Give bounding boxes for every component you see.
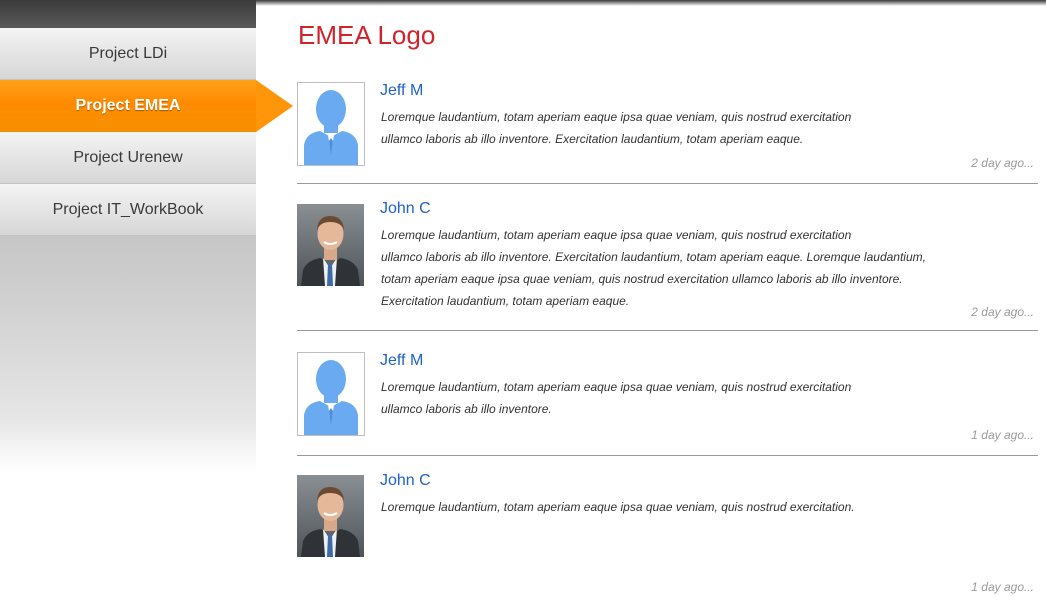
post-text-line: Loremque laudantium, totam aperiam eaque…	[381, 380, 852, 394]
post-text-line: Loremque laudantium, totam aperiam eaque…	[381, 110, 852, 124]
active-pointer-arrow	[256, 80, 293, 132]
post-text-line: Loremque laudantium, totam aperiam eaque…	[381, 228, 852, 242]
author-link[interactable]: John C	[380, 472, 431, 490]
divider	[297, 183, 1038, 184]
post-text-line: ullamco laboris ab illo inventore. Exerc…	[381, 250, 926, 264]
user-photo-avatar	[297, 204, 364, 286]
sidebar-item-label: Project IT_WorkBook	[52, 200, 204, 218]
sidebar-item-project-ldi[interactable]: Project LDi	[0, 28, 256, 80]
post-text-line: ullamco laboris ab illo inventore. Exerc…	[381, 132, 804, 146]
post-text-line: totam aperiam eaque ipsa quae veniam, qu…	[381, 272, 903, 286]
post-text-line: Loremque laudantium, totam aperiam eaque…	[381, 500, 855, 514]
timestamp: 1 day ago...	[971, 580, 1034, 594]
author-link[interactable]: John C	[380, 200, 431, 218]
timestamp: 2 day ago...	[971, 305, 1034, 319]
timestamp: 2 day ago...	[971, 156, 1034, 170]
sidebar-item-project-urenew[interactable]: Project Urenew	[0, 132, 256, 184]
post-text: Loremque laudantium, totam aperiam eaque…	[381, 224, 981, 312]
post-text-line: Exercitation laudantium, totam aperiam e…	[381, 294, 630, 308]
sidebar-item-label: Project Urenew	[73, 148, 183, 166]
user-photo-avatar	[297, 475, 364, 557]
post-text-line: ullamco laboris ab illo inventore.	[381, 402, 552, 416]
sidebar: Project LDi Project EMEA Project Urenew …	[0, 0, 256, 612]
divider	[297, 455, 1038, 456]
user-silhouette-icon	[297, 82, 365, 166]
sidebar-item-label: Project LDi	[88, 44, 168, 62]
post-item: Jeff M Loremque laudantium, totam aperia…	[297, 82, 1038, 184]
page-title: EMEA Logo	[298, 20, 436, 50]
post-text: Loremque laudantium, totam aperiam eaque…	[381, 496, 941, 518]
user-silhouette-icon	[297, 352, 365, 436]
post-item: John C Loremque laudantium, totam aperia…	[297, 200, 1038, 331]
timestamp: 1 day ago...	[971, 428, 1034, 442]
author-link[interactable]: Jeff M	[380, 82, 423, 100]
sidebar-item-project-it-workbook[interactable]: Project IT_WorkBook	[0, 184, 256, 236]
top-bar	[256, 0, 1046, 6]
author-link[interactable]: Jeff M	[380, 352, 423, 370]
sidebar-item-project-emea[interactable]: Project EMEA	[0, 80, 256, 132]
post-item: Jeff M Loremque laudantium, totam aperia…	[297, 352, 1038, 456]
post-text: Loremque laudantium, totam aperiam eaque…	[381, 376, 941, 420]
post-item: John C Loremque laudantium, totam aperia…	[297, 472, 1038, 602]
sidebar-item-label: Project EMEA	[75, 97, 181, 114]
divider	[297, 330, 1038, 331]
post-text: Loremque laudantium, totam aperiam eaque…	[381, 106, 941, 150]
